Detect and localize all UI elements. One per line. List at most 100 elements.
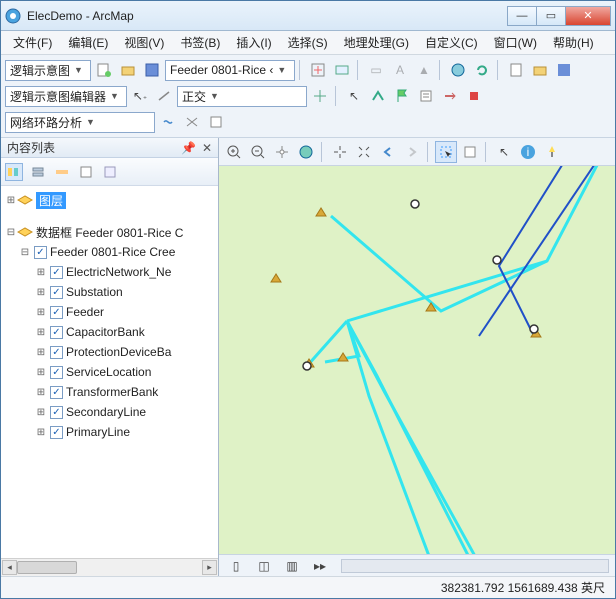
expand-icon[interactable]: ⊞ xyxy=(35,287,47,298)
pointer-icon[interactable]: ↖ xyxy=(493,141,515,163)
hyperlink-icon[interactable] xyxy=(541,141,563,163)
menu-edit[interactable]: 编辑(E) xyxy=(60,34,116,51)
expand-icon[interactable]: ⊞ xyxy=(5,195,17,206)
pause-drawing-icon[interactable]: ▸▸ xyxy=(309,555,331,577)
menu-file[interactable]: 文件(F) xyxy=(5,34,60,51)
dataframe-node[interactable]: ⊟ 数据框 Feeder 0801-Rice C xyxy=(3,222,216,242)
run-analysis-icon[interactable] xyxy=(157,111,179,133)
refresh-icon[interactable] xyxy=(471,59,493,81)
layer-node[interactable]: ⊞✓Substation xyxy=(3,282,216,302)
layout-view-icon[interactable]: ◫ xyxy=(253,555,275,577)
menu-help[interactable]: 帮助(H) xyxy=(545,34,602,51)
clear-selection-icon[interactable] xyxy=(459,141,481,163)
checkbox[interactable]: ✓ xyxy=(50,386,63,399)
flow-icon[interactable] xyxy=(439,85,461,107)
back-extent-icon[interactable] xyxy=(377,141,399,163)
layer-node[interactable]: ⊞✓SecondaryLine xyxy=(3,402,216,422)
expand-icon[interactable]: ⊞ xyxy=(35,347,47,358)
expand-icon[interactable]: ⊞ xyxy=(35,267,47,278)
select-arrow-icon[interactable]: ↖ xyxy=(343,85,365,107)
collapse-icon[interactable]: ⊟ xyxy=(5,227,17,238)
analysis-settings-icon[interactable] xyxy=(181,111,203,133)
title-bar[interactable]: ElecDemo - ArcMap — ▭ ✕ xyxy=(1,1,615,31)
maximize-button[interactable]: ▭ xyxy=(536,6,566,26)
checkbox[interactable]: ✓ xyxy=(50,326,63,339)
menu-customize[interactable]: 自定义(C) xyxy=(417,34,486,51)
scroll-right-icon[interactable]: ▸ xyxy=(202,560,217,575)
analysis-list-icon[interactable] xyxy=(205,111,227,133)
open-doc-icon[interactable] xyxy=(529,59,551,81)
checkbox[interactable]: ✓ xyxy=(50,286,63,299)
feeder-combo[interactable]: Feeder 0801-Rice ‹▼ xyxy=(165,60,295,81)
layout-icon[interactable] xyxy=(307,59,329,81)
menu-view[interactable]: 视图(V) xyxy=(116,34,172,51)
list-by-source-icon[interactable] xyxy=(29,163,47,181)
update-icon[interactable] xyxy=(331,59,353,81)
checkbox[interactable]: ✓ xyxy=(50,366,63,379)
forward-extent-icon[interactable] xyxy=(401,141,423,163)
checkbox[interactable]: ✓ xyxy=(50,426,63,439)
horizontal-scrollbar[interactable]: ◂ ▸ xyxy=(1,558,218,576)
pan-icon[interactable] xyxy=(271,141,293,163)
zoom-out-icon[interactable] xyxy=(247,141,269,163)
globe-icon[interactable] xyxy=(447,59,469,81)
fixed-zoom-in-icon[interactable] xyxy=(329,141,351,163)
layer-tree[interactable]: ⊞ 图层 ⊟ 数据框 Feeder 0801-Rice C ⊟ ✓ Feeder… xyxy=(1,186,218,558)
minimize-button[interactable]: — xyxy=(507,6,537,26)
zoom-in-icon[interactable] xyxy=(223,141,245,163)
expand-icon[interactable]: ⊞ xyxy=(35,327,47,338)
menu-selection[interactable]: 选择(S) xyxy=(280,34,336,51)
refresh-view-icon[interactable]: ▥ xyxy=(281,555,303,577)
layer-node[interactable]: ⊞✓ProtectionDeviceBa xyxy=(3,342,216,362)
toc-header[interactable]: 内容列表 📌 ✕ xyxy=(1,138,218,158)
expand-icon[interactable]: ⊞ xyxy=(35,427,47,438)
checkbox[interactable]: ✓ xyxy=(50,406,63,419)
results-icon[interactable] xyxy=(415,85,437,107)
menu-geoprocessing[interactable]: 地理处理(G) xyxy=(336,34,417,51)
map-canvas[interactable] xyxy=(219,166,615,554)
list-by-visibility-icon[interactable] xyxy=(53,163,71,181)
checkbox[interactable]: ✓ xyxy=(50,306,63,319)
checkbox[interactable]: ✓ xyxy=(50,346,63,359)
new-schematic-icon[interactable] xyxy=(93,59,115,81)
edit-line-icon[interactable] xyxy=(153,85,175,107)
expand-icon[interactable]: ⊞ xyxy=(35,307,47,318)
menu-insert[interactable]: 插入(I) xyxy=(228,34,279,51)
layer-node[interactable]: ⊞✓ElectricNetwork_Ne xyxy=(3,262,216,282)
scroll-thumb[interactable] xyxy=(17,561,77,574)
expand-icon[interactable]: ⊞ xyxy=(35,367,47,378)
stop-icon[interactable] xyxy=(463,85,485,107)
layer-node[interactable]: ⊞✓Feeder xyxy=(3,302,216,322)
full-extent-icon[interactable] xyxy=(295,141,317,163)
select-features-icon[interactable] xyxy=(435,141,457,163)
tree-root[interactable]: ⊞ 图层 xyxy=(3,190,216,210)
flag-icon[interactable] xyxy=(391,85,413,107)
trace-icon[interactable] xyxy=(367,85,389,107)
expand-icon[interactable]: ⊞ xyxy=(35,407,47,418)
checkbox[interactable]: ✓ xyxy=(34,246,47,259)
list-by-selection-icon[interactable] xyxy=(77,163,95,181)
layout-mode-combo[interactable]: 正交▼ xyxy=(177,86,307,107)
identify-icon[interactable]: i xyxy=(517,141,539,163)
new-doc-icon[interactable] xyxy=(505,59,527,81)
edit-pointer-icon[interactable]: ↖₊ xyxy=(129,85,151,107)
pin-icon[interactable]: 📌 xyxy=(181,141,196,155)
group-node[interactable]: ⊟ ✓ Feeder 0801-Rice Cree xyxy=(3,242,216,262)
scroll-left-icon[interactable]: ◂ xyxy=(2,560,17,575)
analysis-combo[interactable]: 网络环路分析▼ xyxy=(5,112,155,133)
close-panel-icon[interactable]: ✕ xyxy=(202,141,212,155)
list-by-drawing-icon[interactable] xyxy=(5,163,23,181)
layer-node[interactable]: ⊞✓PrimaryLine xyxy=(3,422,216,442)
menu-bookmarks[interactable]: 书签(B) xyxy=(172,34,228,51)
layer-node[interactable]: ⊞✓ServiceLocation xyxy=(3,362,216,382)
layer-node[interactable]: ⊞✓CapacitorBank xyxy=(3,322,216,342)
schematic-editor-menu[interactable]: 逻辑示意图编辑器▼ xyxy=(5,86,127,107)
fixed-zoom-out-icon[interactable] xyxy=(353,141,375,163)
save-doc-icon[interactable] xyxy=(553,59,575,81)
options-icon[interactable] xyxy=(101,163,119,181)
layer-node[interactable]: ⊞✓TransformerBank xyxy=(3,382,216,402)
collapse-icon[interactable]: ⊟ xyxy=(19,247,31,258)
close-button[interactable]: ✕ xyxy=(565,6,611,26)
menu-window[interactable]: 窗口(W) xyxy=(486,34,545,51)
apply-layout-icon[interactable] xyxy=(309,85,331,107)
